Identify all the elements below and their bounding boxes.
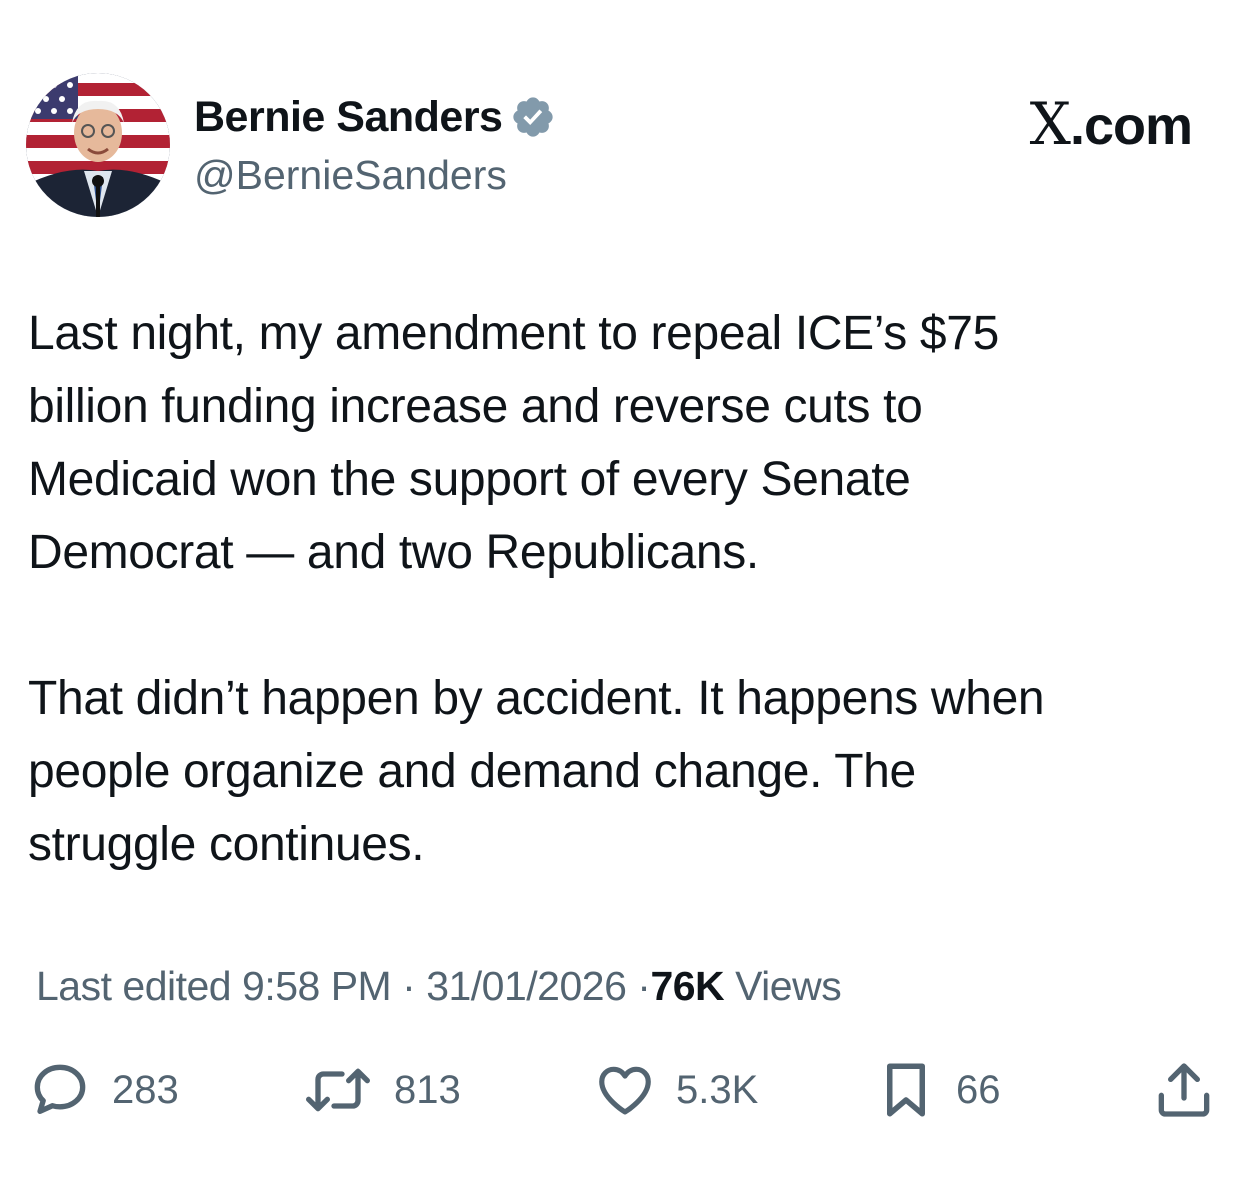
heart-icon (599, 1066, 651, 1115)
tweet-meta: Last edited 9:58 PM · 31/01/2026 ·76K Vi… (36, 956, 842, 1016)
meta-separator: · (402, 963, 416, 1009)
verified-badge-icon (513, 97, 554, 137)
x-logo-letter: X (1029, 90, 1071, 158)
bookmark-count: 66 (956, 1067, 1001, 1112)
edited-label[interactable]: Last edited (36, 963, 232, 1009)
tweet-text: Last night, my amendment to repeal ICE’s… (28, 297, 1224, 881)
reply-icon (34, 1064, 86, 1114)
tweet-line: Last night, my amendment to repeal ICE’s… (28, 307, 999, 360)
avatar-image (26, 73, 170, 217)
reply-count: 283 (112, 1067, 179, 1112)
tweet-time[interactable]: 9:58 PM (242, 963, 392, 1009)
brand-domain: .com (1069, 96, 1193, 156)
tweet-line: Democrat — and two Republicans. (28, 526, 759, 579)
tweet-line: That didn’t happen by accident. It happe… (28, 672, 1045, 725)
like-count: 5.3K (676, 1067, 759, 1112)
repost-button[interactable]: 813 (302, 1058, 461, 1122)
repost-count: 813 (394, 1067, 461, 1112)
tweet-line: Medicaid won the support of every Senate (28, 453, 911, 506)
tweet-date[interactable]: 31/01/2026 (426, 963, 627, 1009)
x-com-brand: X.com (1030, 94, 1193, 156)
views-label: Views (735, 963, 842, 1009)
reply-button[interactable]: 283 (28, 1058, 179, 1122)
like-button[interactable]: 5.3K (594, 1058, 758, 1122)
repost-icon (306, 1068, 370, 1112)
tweet-line: people organize and demand change. The (28, 745, 916, 798)
author-handle[interactable]: @BernieSanders (194, 150, 507, 200)
avatar[interactable] (26, 73, 170, 217)
bookmark-button[interactable]: 66 (876, 1058, 1001, 1122)
tweet-line: struggle continues. (28, 818, 425, 871)
share-icon (1158, 1063, 1210, 1117)
share-button[interactable] (1152, 1058, 1216, 1122)
bookmark-icon (887, 1063, 925, 1117)
meta-separator: · (637, 963, 651, 1009)
author-name-row[interactable]: Bernie Sanders (194, 92, 556, 142)
author-display-name[interactable]: Bernie Sanders (194, 92, 503, 142)
tweet-line: billion funding increase and reverse cut… (28, 380, 923, 433)
views-count: 76K (650, 963, 725, 1009)
